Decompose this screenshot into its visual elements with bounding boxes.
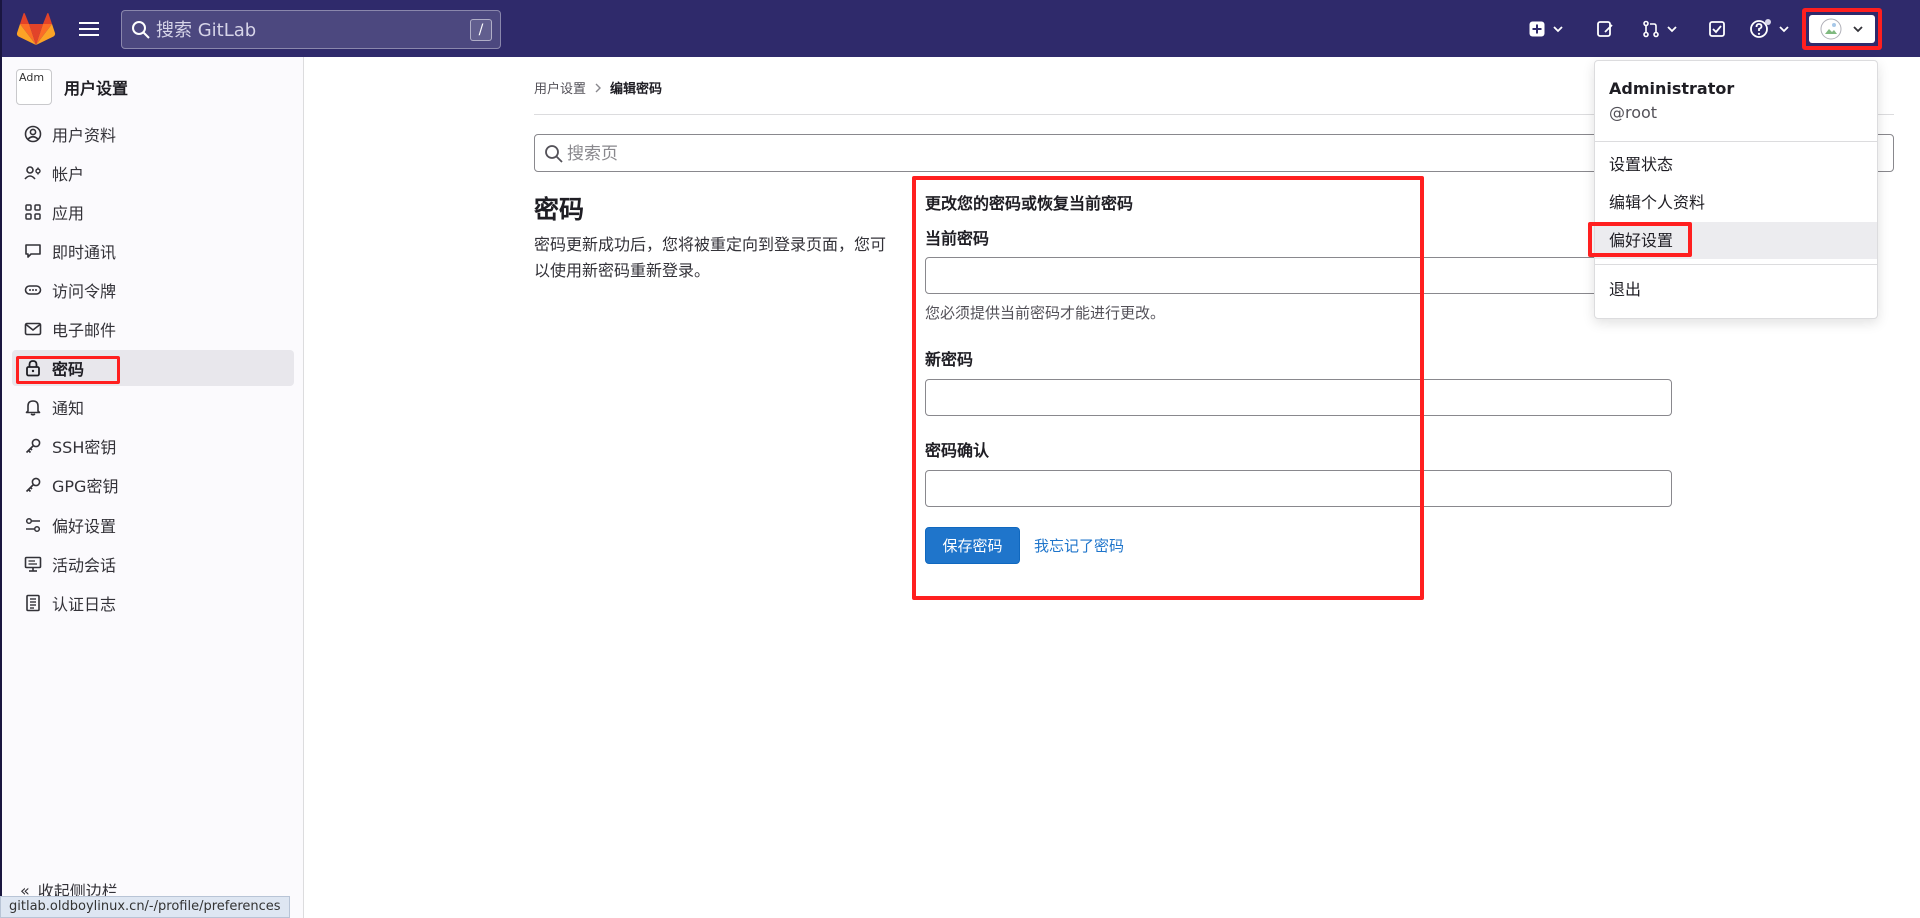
monitor-icon	[24, 555, 42, 573]
user-avatar-button[interactable]	[1802, 8, 1882, 50]
menu-hamburger-icon[interactable]	[74, 14, 104, 44]
chat-icon	[24, 242, 42, 260]
sidebar-item-notifications[interactable]: 通知	[12, 389, 294, 425]
breadcrumb: 用户设置 编辑密码	[534, 78, 662, 97]
issues-button[interactable]	[1596, 14, 1614, 44]
key-icon	[24, 437, 42, 455]
menu-item-edit-profile[interactable]: 编辑个人资料	[1595, 184, 1877, 221]
sidebar-item-label: 活动会话	[52, 556, 117, 575]
menu-divider	[1595, 264, 1877, 265]
gitlab-logo-icon[interactable]	[16, 11, 56, 47]
user-display-name[interactable]: Administrator	[1609, 79, 1734, 98]
sidebar-item-label: GPG密钥	[52, 477, 119, 496]
merge-request-icon	[1643, 20, 1659, 38]
user-dropdown-menu: Administrator @root 设置状态 编辑个人资料 偏好设置 退出	[1594, 60, 1878, 319]
chevron-down-icon	[1553, 26, 1563, 33]
browser-status-url: gitlab.oldboylinux.cn/-/profile/preferen…	[0, 896, 290, 918]
sidebar-item-label: 访问令牌	[52, 282, 117, 301]
log-icon	[24, 594, 42, 612]
breadcrumb-current: 编辑密码	[610, 82, 663, 97]
sidebar-item-active-sessions[interactable]: 活动会话	[12, 546, 294, 582]
sidebar-item-label: 用户资料	[52, 126, 117, 145]
user-icon	[24, 125, 42, 143]
global-search[interactable]: /	[121, 10, 501, 49]
chevron-down-icon	[1779, 26, 1789, 33]
preferences-icon	[24, 516, 42, 534]
user-handle: @root	[1609, 103, 1658, 122]
preferences-menu-highlight	[1588, 222, 1692, 257]
bell-icon	[24, 398, 42, 416]
avatar-image-icon	[1820, 18, 1842, 40]
mail-icon	[24, 320, 42, 338]
sidebar-item-label: 偏好设置	[52, 517, 117, 536]
sidebar-item-emails[interactable]: 电子邮件	[12, 311, 294, 347]
page-search-input[interactable]	[565, 140, 1165, 168]
sidebar-item-label: 即时通讯	[52, 243, 117, 262]
issues-icon	[1597, 21, 1613, 37]
search-icon	[544, 144, 564, 164]
chevron-down-icon	[1853, 26, 1863, 33]
section-description: 密码更新成功后，您将被重定向到登录页面，您可以使用新密码重新登录。	[534, 235, 887, 280]
create-new-button[interactable]	[1528, 14, 1564, 44]
sidebar-item-label: 认证日志	[52, 595, 117, 614]
menu-item-set-status[interactable]: 设置状态	[1595, 146, 1877, 183]
search-shortcut-key: /	[470, 19, 492, 41]
merge-requests-button[interactable]	[1642, 14, 1678, 44]
sidebar-item-applications[interactable]: 应用	[12, 194, 294, 230]
breadcrumb-parent[interactable]: 用户设置	[534, 78, 586, 97]
sidebar-item-chat[interactable]: 即时通讯	[12, 233, 294, 269]
applications-icon	[24, 203, 42, 221]
help-icon	[1750, 19, 1771, 38]
search-icon	[131, 20, 151, 40]
menu-divider	[1595, 141, 1877, 142]
sidebar-item-auth-log[interactable]: 认证日志	[12, 585, 294, 621]
help-button[interactable]	[1750, 14, 1790, 44]
global-search-input[interactable]	[154, 15, 454, 45]
account-icon	[24, 164, 42, 182]
sidebar-item-profile[interactable]: 用户资料	[12, 116, 294, 152]
sidebar-item-access-tokens[interactable]: 访问令牌	[12, 272, 294, 308]
token-icon	[24, 281, 42, 299]
chevron-right-icon	[595, 83, 602, 92]
chevron-down-icon	[1667, 26, 1677, 33]
sidebar-item-label: 电子邮件	[52, 321, 117, 340]
sidebar-header: Adm 用户设置	[16, 69, 128, 105]
sidebar-item-account[interactable]: 帐户	[12, 155, 294, 191]
password-item-highlight	[16, 356, 120, 384]
todo-check-icon	[1709, 21, 1725, 37]
sidebar-item-gpg-keys[interactable]: GPG密钥	[12, 467, 294, 503]
key-icon	[24, 476, 42, 494]
todos-button[interactable]	[1708, 14, 1726, 44]
sidebar-title: 用户设置	[64, 79, 129, 98]
section-title: 密码	[534, 195, 585, 224]
sidebar-item-ssh-keys[interactable]: SSH密钥	[12, 428, 294, 464]
sidebar-item-label: SSH密钥	[52, 438, 117, 457]
plus-square-icon	[1529, 21, 1545, 37]
sidebar-item-label: 通知	[52, 399, 85, 418]
menu-item-sign-out[interactable]: 退出	[1595, 271, 1877, 308]
sidebar-item-preferences[interactable]: 偏好设置	[12, 507, 294, 543]
top-navbar: /	[0, 0, 1920, 57]
sidebar-item-label: 应用	[52, 204, 85, 223]
user-avatar[interactable]: Adm	[16, 69, 52, 105]
password-form-highlight	[912, 176, 1424, 600]
sidebar-item-label: 帐户	[52, 165, 85, 184]
